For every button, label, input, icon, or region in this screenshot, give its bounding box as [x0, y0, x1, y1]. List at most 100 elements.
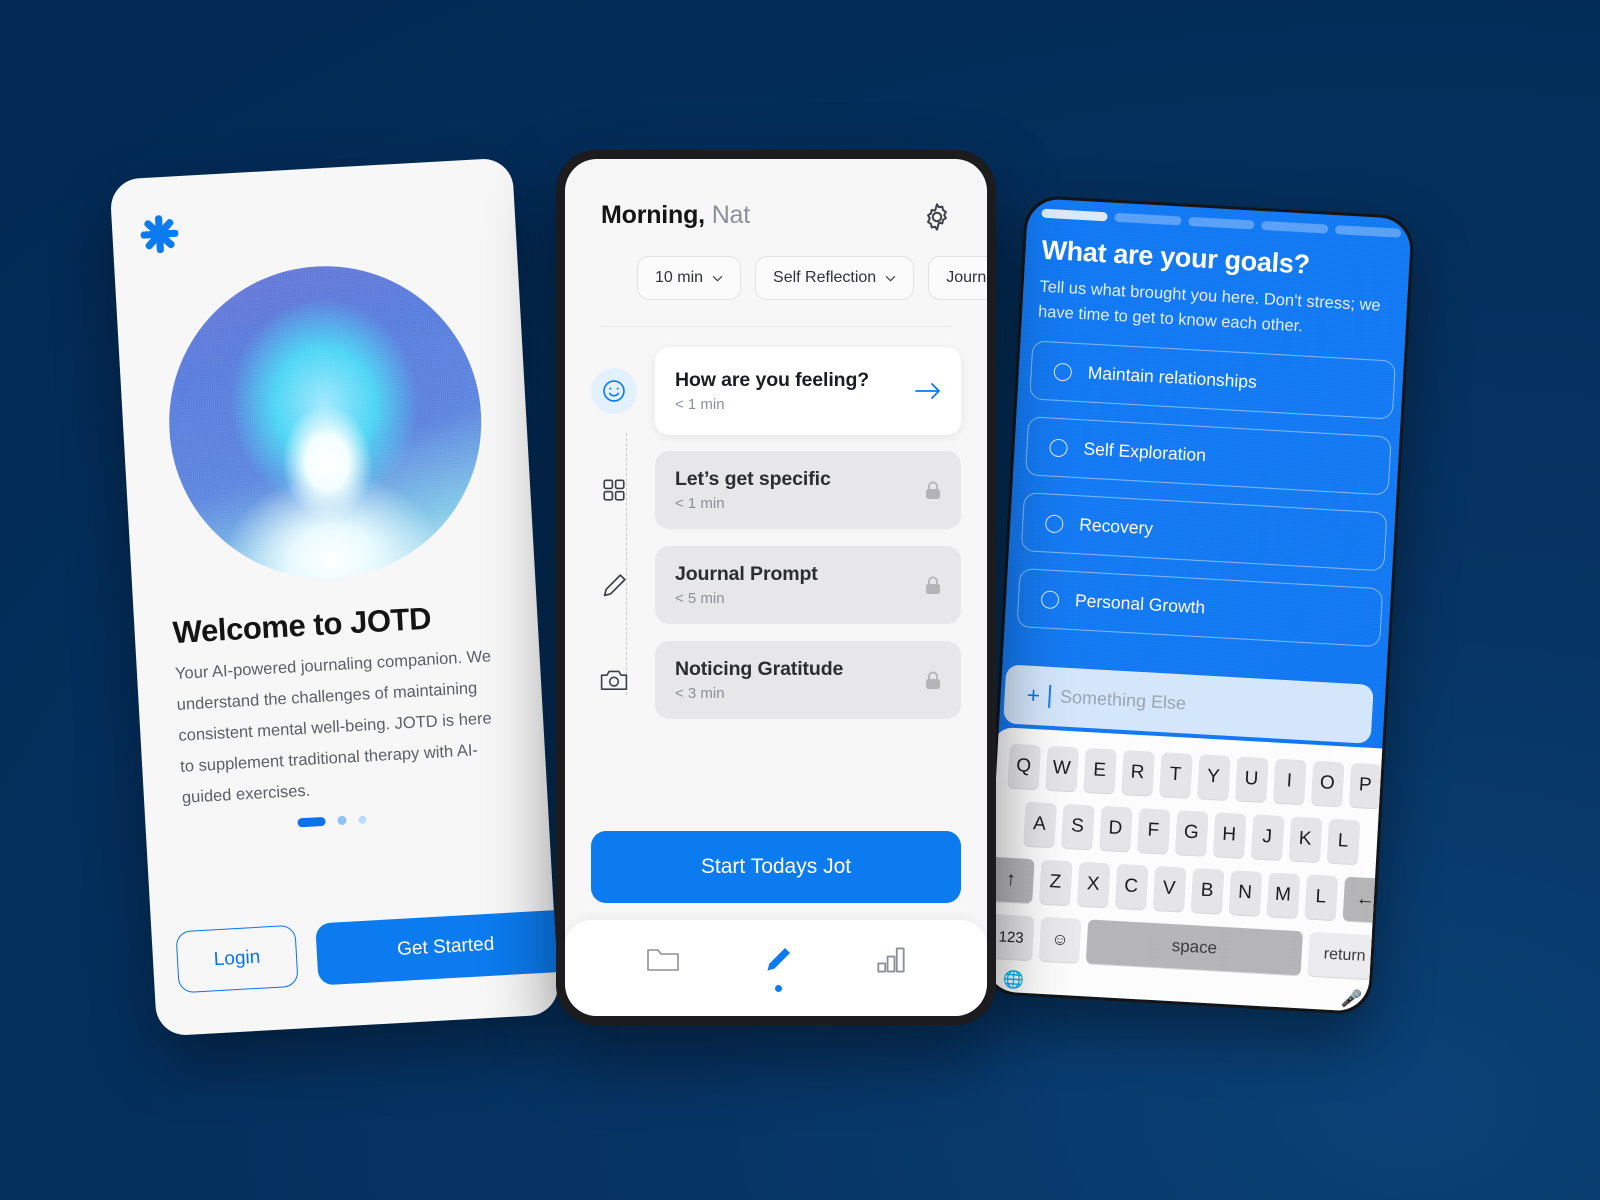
- chevron-down-icon: [712, 275, 723, 282]
- microphone-icon[interactable]: 🎤: [1341, 989, 1363, 1010]
- task-duration: < 5 min: [675, 590, 725, 607]
- start-todays-jot-button[interactable]: Start Todays Jot: [591, 831, 961, 903]
- task-row-noticing-gratitude[interactable]: Noticing Gratitude < 3 min: [591, 641, 961, 719]
- task-card[interactable]: Journal Prompt < 5 min: [655, 546, 961, 624]
- tab-library[interactable]: [646, 946, 680, 991]
- key-backspace[interactable]: ←: [1342, 876, 1389, 923]
- task-title: Noticing Gratitude: [675, 658, 844, 680]
- lock-icon: [926, 671, 940, 689]
- task-duration: < 1 min: [675, 495, 725, 512]
- key-g[interactable]: G: [1174, 810, 1208, 856]
- key-j[interactable]: J: [1250, 814, 1284, 861]
- progress-segment-4: [1261, 220, 1329, 234]
- lock-icon: [926, 481, 940, 499]
- task-card[interactable]: Noticing Gratitude < 3 min: [655, 641, 961, 719]
- key-m[interactable]: M: [1266, 872, 1300, 919]
- tab-indicator-dot: [888, 984, 895, 991]
- key-w[interactable]: W: [1044, 745, 1079, 792]
- key-k[interactable]: K: [1288, 816, 1322, 863]
- tab-insights[interactable]: [876, 946, 906, 991]
- pagination-dot-1[interactable]: [297, 816, 326, 828]
- keyboard-row-2: A S D F G H J K L: [994, 800, 1388, 866]
- goal-option-personal-growth[interactable]: Personal Growth: [1016, 567, 1384, 648]
- task-card[interactable]: How are you feeling? < 1 min: [655, 347, 961, 435]
- key-p[interactable]: P: [1348, 762, 1382, 809]
- goal-option-self-exploration[interactable]: Self Exploration: [1024, 416, 1392, 496]
- progress-segment-5: [1334, 225, 1402, 238]
- gear-icon[interactable]: [921, 201, 953, 233]
- key-return[interactable]: return: [1307, 931, 1382, 980]
- filter-chip-duration[interactable]: 10 min: [637, 256, 742, 300]
- goals-screen: What are your goals? Tell us what brough…: [984, 197, 1412, 1013]
- goals-onboarding-phone: What are your goals? Tell us what brough…: [980, 194, 1416, 1016]
- key-q[interactable]: Q: [1007, 743, 1041, 790]
- filter-chips: 10 min Self Reflection Journal Prompt: [601, 230, 987, 300]
- arrow-right-icon[interactable]: [915, 381, 941, 401]
- task-list: How are you feeling? < 1 min Let’s get s…: [565, 327, 987, 719]
- pencil-icon: [591, 562, 637, 608]
- filter-chip-label: Self Reflection: [773, 269, 877, 286]
- asterisk-logo-icon: [140, 215, 179, 254]
- filter-chip-label: 10 min: [655, 269, 704, 286]
- key-s[interactable]: S: [1060, 803, 1095, 850]
- goal-option-label: Personal Growth: [1074, 590, 1206, 618]
- key-v[interactable]: V: [1152, 865, 1186, 912]
- key-t[interactable]: T: [1158, 752, 1193, 798]
- tab-indicator-dot: [660, 984, 667, 991]
- radio-icon: [1053, 362, 1073, 382]
- smiley-face-icon: [591, 368, 637, 414]
- key-x[interactable]: X: [1076, 861, 1110, 908]
- chevron-down-icon: [885, 275, 896, 282]
- radio-icon: [1040, 589, 1060, 609]
- key-e[interactable]: E: [1082, 747, 1117, 794]
- key-i[interactable]: I: [1272, 758, 1307, 805]
- task-row-get-specific[interactable]: Let’s get specific < 1 min: [591, 451, 961, 529]
- task-duration: < 1 min: [675, 396, 725, 413]
- goals-subtitle: Tell us what brought you here. Don't str…: [1037, 277, 1382, 336]
- key-h[interactable]: H: [1212, 812, 1246, 858]
- progress-segment-3: [1187, 216, 1255, 230]
- task-title: How are you feeling?: [675, 369, 870, 391]
- key-d[interactable]: D: [1098, 805, 1133, 852]
- task-row-journal-prompt[interactable]: Journal Prompt < 5 min: [591, 546, 961, 624]
- key-f[interactable]: F: [1136, 808, 1171, 854]
- tab-write[interactable]: [762, 945, 794, 992]
- key-y[interactable]: Y: [1196, 754, 1231, 800]
- login-button[interactable]: Login: [175, 924, 299, 994]
- custom-goal-placeholder: Something Else: [1059, 686, 1187, 714]
- goal-option-recovery[interactable]: Recovery: [1020, 492, 1388, 572]
- task-title: Journal Prompt: [675, 563, 818, 585]
- orb-grain-texture: [160, 257, 490, 587]
- emoji-icon[interactable]: ☺: [1038, 916, 1082, 963]
- greeting-prefix: Morning,: [601, 201, 705, 229]
- gradient-orb-illustration: [160, 257, 490, 587]
- get-started-button[interactable]: Get Started: [315, 909, 560, 986]
- goals-title: What are your goals?: [1040, 234, 1311, 280]
- morning-header: Morning, Nat 10 min Self Reflection Jour…: [565, 159, 987, 327]
- key-space[interactable]: space: [1085, 919, 1303, 976]
- task-text: Journal Prompt < 5 min: [675, 563, 818, 607]
- globe-icon[interactable]: 🌐: [1002, 970, 1024, 991]
- key-a[interactable]: A: [1022, 801, 1057, 848]
- key-c[interactable]: C: [1114, 863, 1148, 910]
- key-b[interactable]: B: [1190, 868, 1224, 914]
- filter-chip-category[interactable]: Self Reflection: [755, 256, 915, 300]
- key-l[interactable]: L: [1326, 818, 1360, 865]
- goal-option-label: Recovery: [1078, 514, 1154, 539]
- task-card[interactable]: Let’s get specific < 1 min: [655, 451, 961, 529]
- keyboard-row-3: ↑ Z X C V B N M L ←: [987, 856, 1389, 923]
- progress-segment-1: [1041, 208, 1109, 222]
- pagination-dot-2[interactable]: [337, 815, 347, 826]
- onscreen-keyboard: Q W E R T Y U I O P A S D F G H J K L ↑ …: [984, 726, 1399, 1013]
- task-title: Let’s get specific: [675, 468, 831, 490]
- pagination-dot-3[interactable]: [358, 815, 367, 824]
- key-z[interactable]: Z: [1038, 859, 1072, 906]
- task-row-feeling[interactable]: How are you feeling? < 1 min: [591, 347, 961, 435]
- key-n[interactable]: N: [1228, 870, 1262, 916]
- filter-chip-type[interactable]: Journal Prompt: [928, 256, 987, 300]
- key-r[interactable]: R: [1120, 750, 1155, 796]
- key-o[interactable]: O: [1310, 760, 1344, 807]
- goal-option-maintain-relationships[interactable]: Maintain relationships: [1029, 340, 1396, 420]
- key-u[interactable]: U: [1234, 756, 1269, 803]
- key-l-extra[interactable]: L: [1304, 874, 1338, 921]
